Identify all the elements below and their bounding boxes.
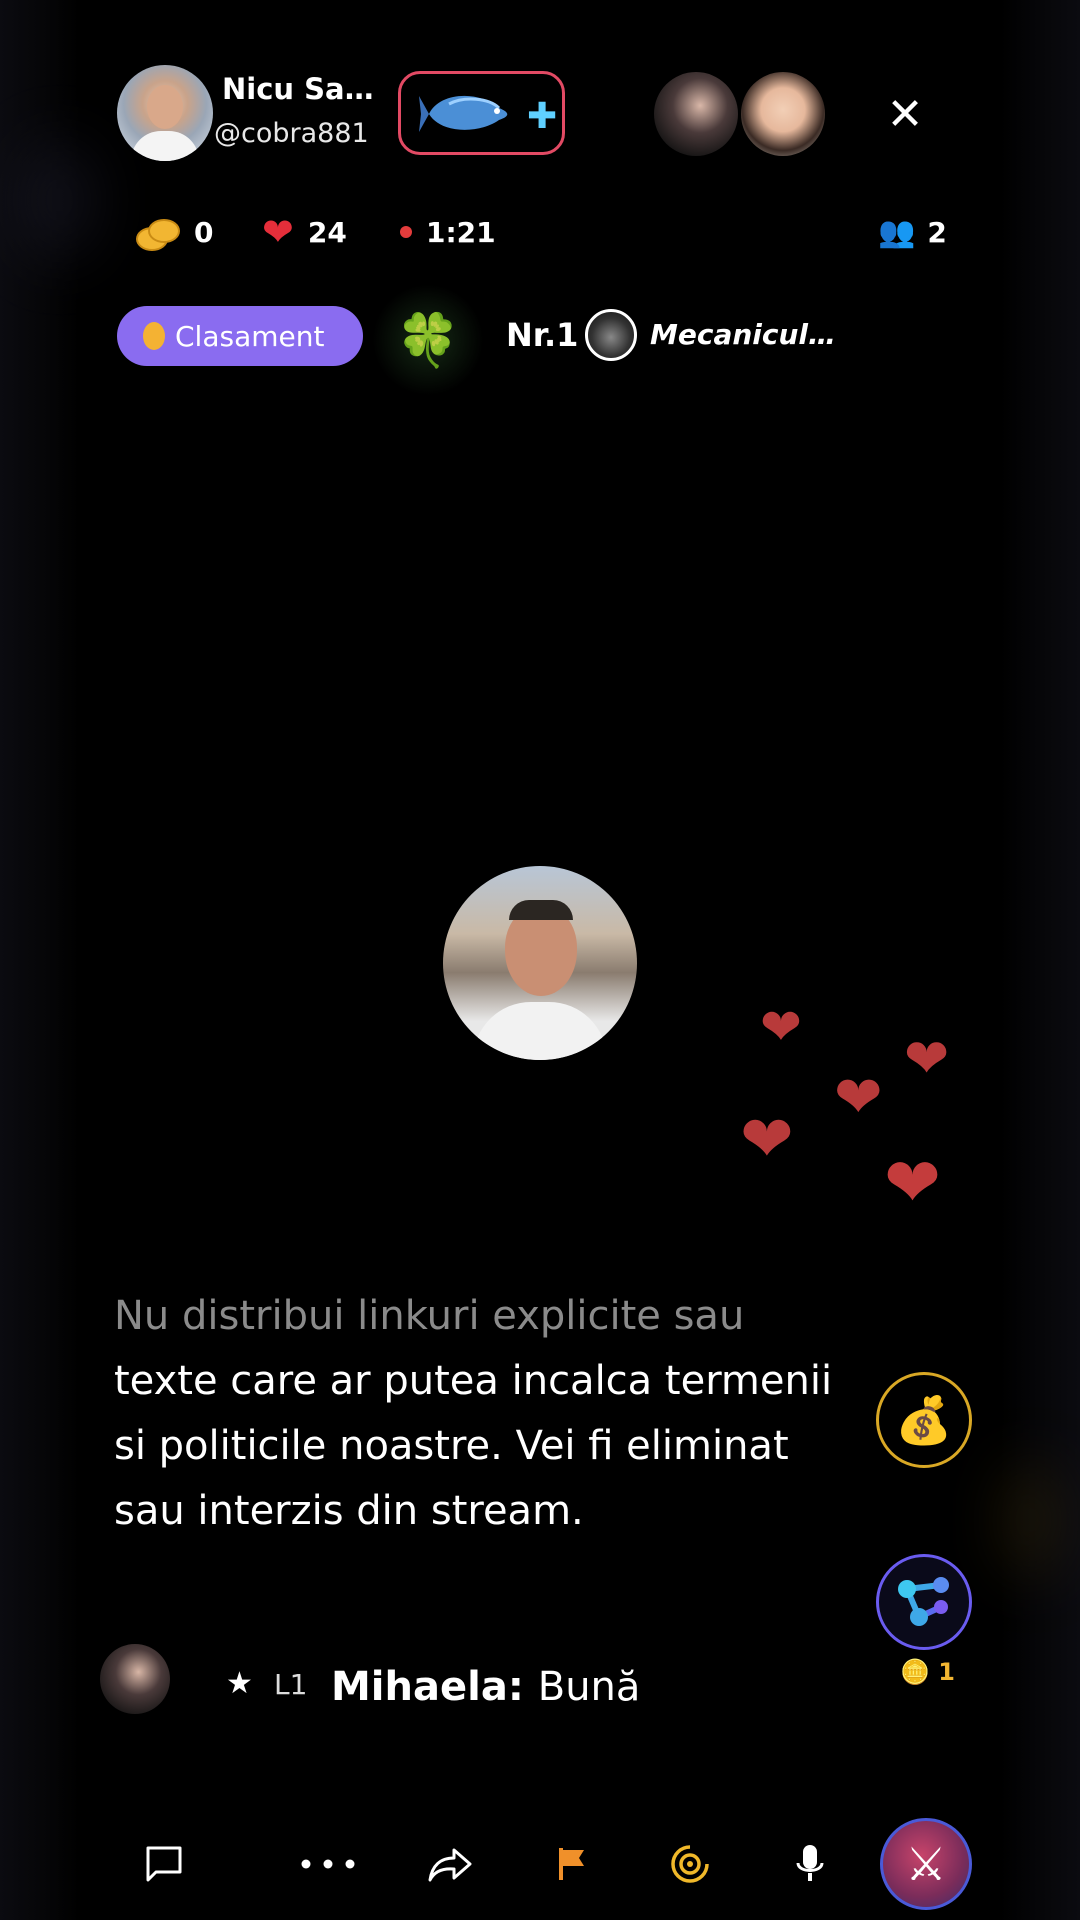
host-handle: @cobra881	[214, 118, 369, 149]
floating-heart-icon: ❤	[834, 1063, 883, 1131]
left-backdrop	[0, 0, 80, 1920]
chat-message: Mihaela: Bună	[331, 1664, 640, 1710]
network-button[interactable]	[876, 1554, 972, 1650]
host-avatar[interactable]	[117, 65, 213, 161]
live-dot-icon	[400, 226, 412, 238]
chat-separator: :	[507, 1664, 538, 1710]
crossed-swords-icon: ⚔	[905, 1837, 947, 1891]
chat-text: Bună	[537, 1664, 641, 1710]
microphone-icon	[796, 1845, 824, 1881]
money-bag-button[interactable]: 💰	[876, 1372, 972, 1468]
backdrop-glow	[20, 140, 100, 260]
money-bag-icon: 💰	[895, 1392, 953, 1447]
coins-icon	[136, 215, 180, 251]
top-user-avatar[interactable]	[585, 309, 637, 361]
coins-icon: 🪙	[900, 1658, 930, 1686]
likes-stat: ❤ 24	[262, 212, 347, 252]
battle-button[interactable]: ⚔	[880, 1818, 972, 1910]
ranking-label: Clasament	[175, 319, 325, 353]
notice-line-dim: Nu distribui linkuri explicite sau	[114, 1293, 745, 1339]
live-duration: 1:21	[400, 212, 496, 252]
viewer-avatar[interactable]	[741, 72, 825, 156]
rank-position: Nr.1	[506, 316, 579, 354]
network-coins-count: 1	[938, 1658, 955, 1686]
host-name[interactable]: Nicu Sa…	[222, 72, 374, 106]
coins-count: 0	[194, 215, 214, 249]
ranking-button[interactable]: Clasament	[117, 306, 363, 366]
community-notice: Nu distribui linkuri explicite sau texte…	[114, 1284, 834, 1544]
heart-icon: ❤	[262, 210, 294, 254]
floating-heart-icon: ❤	[904, 1027, 950, 1090]
speaker-avatar[interactable]	[443, 866, 637, 1060]
right-backdrop	[1000, 0, 1080, 1920]
fish-icon	[419, 95, 508, 132]
star-icon: ★	[226, 1666, 253, 1701]
duration-text: 1:21	[426, 215, 496, 249]
likes-count: 24	[307, 215, 347, 249]
network-coins: 🪙 1	[900, 1658, 955, 1686]
viewers-stat[interactable]: 👥 2	[878, 212, 947, 252]
close-button[interactable]: ✕	[878, 88, 932, 142]
floating-heart-icon: ❤	[740, 1103, 794, 1177]
notice-text: texte care ar putea incalca termenii si …	[114, 1358, 833, 1534]
more-icon	[301, 1859, 355, 1869]
clover-icon[interactable]: 🍀	[372, 284, 484, 396]
network-icon	[898, 1577, 949, 1626]
share-button[interactable]	[424, 1836, 476, 1892]
chat-button[interactable]	[140, 1836, 188, 1892]
follow-gift-button[interactable]: ✚	[398, 71, 565, 155]
share-icon	[428, 1848, 472, 1882]
radar-button[interactable]	[666, 1836, 714, 1892]
backdrop-glow	[1000, 1460, 1060, 1580]
coins-stat: 0	[136, 212, 213, 252]
floating-heart-icon: ❤	[884, 1144, 941, 1223]
medal-icon	[143, 322, 165, 350]
chat-icon	[146, 1846, 182, 1882]
people-icon: 👥	[878, 214, 916, 250]
report-button[interactable]	[552, 1836, 592, 1892]
chat-username[interactable]: Mihaela	[331, 1664, 508, 1710]
plus-icon: ✚	[527, 96, 558, 137]
microphone-button[interactable]	[790, 1836, 830, 1892]
flag-icon	[559, 1848, 584, 1880]
radar-icon	[671, 1845, 709, 1883]
user-level: L1	[274, 1668, 308, 1701]
viewers-count: 2	[927, 215, 947, 249]
top-user-name[interactable]: Mecanicul…	[650, 318, 836, 351]
more-button[interactable]	[296, 1836, 360, 1892]
viewer-avatar[interactable]	[654, 72, 738, 156]
chat-user-avatar[interactable]	[100, 1644, 170, 1714]
floating-heart-icon: ❤	[760, 998, 802, 1056]
